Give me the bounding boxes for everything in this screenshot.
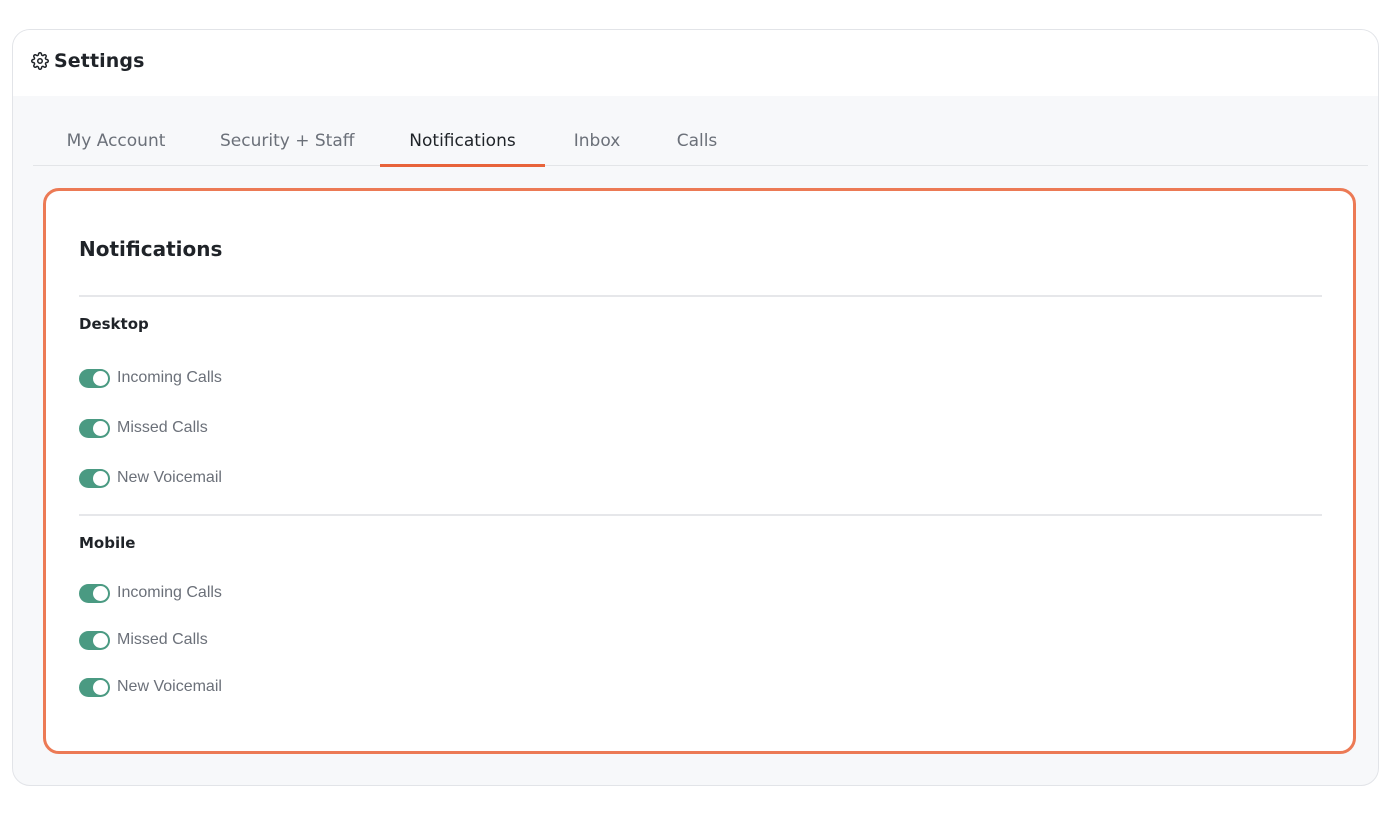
mobile-missed-calls-toggle[interactable]: Missed Calls (79, 629, 208, 651)
toggle-knob (93, 632, 108, 648)
page-title: Settings (54, 50, 145, 72)
mobile-new-voicemail-toggle[interactable]: New Voicemail (79, 676, 222, 698)
title-group: Settings (31, 48, 144, 74)
desktop-incoming-calls-toggle[interactable]: Incoming Calls (79, 367, 222, 389)
section-divider (79, 295, 1322, 297)
toggle-switch[interactable] (79, 418, 110, 438)
desktop-missed-calls-toggle[interactable]: Missed Calls (79, 417, 208, 439)
toggle-label: Incoming Calls (117, 369, 222, 386)
toggle-label: Incoming Calls (117, 584, 222, 601)
toggle-knob (93, 585, 108, 601)
title-bar: Settings (13, 30, 1378, 96)
section-label-mobile: Mobile (79, 534, 136, 552)
toggle-label: New Voicemail (117, 678, 222, 695)
toggle-label: Missed Calls (117, 631, 208, 648)
toggle-label: New Voicemail (117, 469, 222, 486)
toggle-knob (93, 679, 108, 695)
notifications-panel: Notifications Desktop Incoming Calls Mis… (43, 188, 1356, 754)
section-divider (79, 514, 1322, 516)
gear-icon (31, 52, 49, 70)
settings-tabs: My Account Security + Staff Notification… (33, 120, 1368, 167)
toggle-knob (93, 420, 108, 436)
tab-inbox[interactable]: Inbox (571, 120, 623, 165)
toggle-switch[interactable] (79, 368, 110, 388)
toggle-switch[interactable] (79, 583, 110, 603)
toggle-switch[interactable] (79, 677, 110, 697)
toggle-knob (93, 370, 108, 386)
mobile-incoming-calls-toggle[interactable]: Incoming Calls (79, 582, 222, 604)
panel-title: Notifications (79, 237, 223, 261)
section-label-desktop: Desktop (79, 315, 149, 333)
tab-calls[interactable]: Calls (675, 120, 719, 165)
toggle-switch[interactable] (79, 630, 110, 650)
desktop-new-voicemail-toggle[interactable]: New Voicemail (79, 467, 222, 489)
tab-security-staff[interactable]: Security + Staff (220, 120, 354, 165)
tab-my-account[interactable]: My Account (64, 120, 168, 165)
toggle-knob (93, 470, 108, 486)
toggle-switch[interactable] (79, 468, 110, 488)
toggle-label: Missed Calls (117, 419, 208, 436)
tab-notifications[interactable]: Notifications (380, 120, 545, 167)
settings-window: Settings My Account Security + Staff Not… (12, 29, 1379, 786)
